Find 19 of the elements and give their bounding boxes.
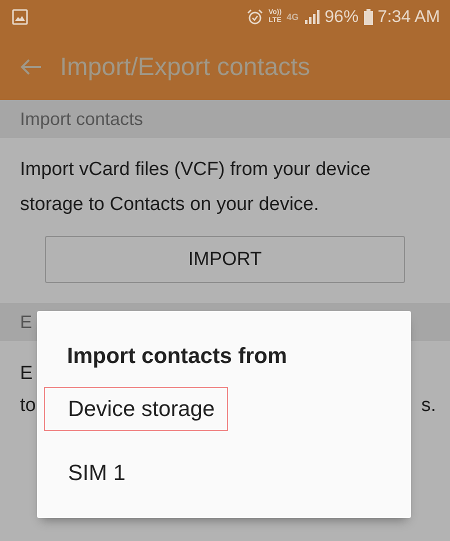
dialog-option[interactable]: Device storage — [44, 387, 228, 431]
screen-title: Import/Export contacts — [60, 52, 310, 82]
gallery-icon — [12, 9, 28, 25]
description-text: E — [20, 363, 34, 385]
description-text: to — [20, 395, 36, 417]
import-button[interactable]: IMPORT — [45, 236, 405, 283]
dialog-title: Import contacts from — [67, 343, 288, 369]
section-title: Import contacts — [20, 108, 144, 130]
description-text: s. — [421, 395, 436, 417]
network-type: 4G — [286, 12, 299, 22]
battery-icon — [364, 9, 373, 25]
signal-icon — [304, 10, 320, 24]
battery-percent: 96% — [324, 7, 359, 27]
clock: 7:34 AM — [378, 7, 440, 27]
description-text: Import vCard files (VCF) from your device storage to Contacts on your device. — [20, 158, 372, 217]
alarm-icon — [247, 9, 264, 25]
dialog-option[interactable]: SIM 1 — [44, 451, 138, 495]
back-arrow-icon[interactable] — [20, 58, 42, 76]
section-title: E — [20, 312, 32, 332]
